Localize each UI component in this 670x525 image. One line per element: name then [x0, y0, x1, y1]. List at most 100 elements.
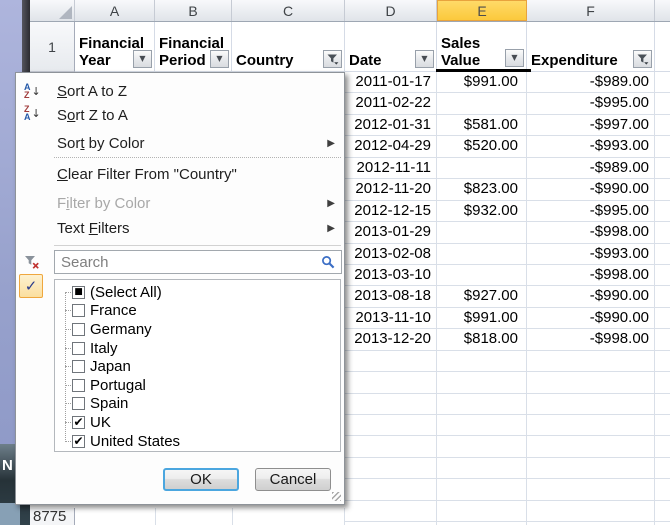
cell-sales[interactable]: $932.00 — [437, 201, 527, 221]
filter-dropdown-button-date[interactable]: ▼ — [415, 50, 434, 68]
column-header-f[interactable]: F — [527, 0, 655, 21]
cell-empty[interactable] — [345, 479, 437, 499]
cell-empty[interactable] — [437, 436, 527, 456]
list-item-portugal[interactable]: Portugal — [55, 376, 340, 395]
cell-expenditure[interactable]: -$998.00 — [527, 329, 655, 349]
cell-empty[interactable] — [655, 479, 670, 499]
list-item-japan[interactable]: Japan — [55, 357, 340, 376]
column-header-c[interactable]: C — [232, 0, 345, 21]
cell-expenditure[interactable]: -$990.00 — [527, 179, 655, 199]
header-cell-financial-period[interactable]: Financial Period ▼ — [155, 22, 232, 72]
cell-extra[interactable] — [655, 286, 670, 306]
cell-empty[interactable] — [527, 501, 655, 521]
header-cell-financial-year[interactable]: Financial Year ▼ — [75, 22, 155, 72]
cell-empty[interactable] — [655, 372, 670, 392]
cell-empty[interactable] — [527, 351, 655, 371]
header-cell-expenditure[interactable]: Expenditure — [527, 22, 655, 72]
cell-empty[interactable] — [437, 458, 527, 478]
filter-dropdown-button-expenditure-active[interactable] — [633, 50, 652, 68]
cell-expenditure[interactable]: -$990.00 — [527, 308, 655, 328]
checkbox-united-states[interactable]: ✔ — [72, 435, 85, 448]
cell-extra[interactable] — [655, 136, 670, 156]
filter-dropdown-button-sales[interactable]: ▼ — [505, 49, 524, 67]
cell-empty[interactable] — [655, 458, 670, 478]
cell-empty[interactable] — [527, 436, 655, 456]
cell-empty[interactable] — [437, 501, 527, 521]
cell-extra[interactable] — [655, 72, 670, 92]
checkbox-france[interactable] — [72, 304, 85, 317]
cell-empty[interactable] — [437, 479, 527, 499]
cell-date[interactable]: 2013-02-08 — [345, 244, 437, 264]
cell-empty[interactable] — [345, 372, 437, 392]
cell-empty[interactable] — [527, 415, 655, 435]
select-all-corner[interactable] — [30, 0, 75, 21]
cell-date[interactable]: 2013-11-10 — [345, 308, 437, 328]
cell-empty[interactable] — [437, 351, 527, 371]
cell-date[interactable]: 2013-01-29 — [345, 222, 437, 242]
list-item-select-all[interactable]: ■ (Select All) — [55, 283, 340, 302]
cell-sales[interactable] — [437, 244, 527, 264]
cell-empty[interactable] — [655, 436, 670, 456]
header-cell-g-partial[interactable] — [655, 22, 670, 72]
cell-date[interactable]: 2012-12-15 — [345, 201, 437, 221]
list-item-spain[interactable]: Spain — [55, 395, 340, 414]
cell-extra[interactable] — [655, 308, 670, 328]
cell-date[interactable]: 2013-08-18 — [345, 286, 437, 306]
column-header-e-selected[interactable]: E — [437, 0, 527, 21]
cell-extra[interactable] — [655, 329, 670, 349]
header-cell-country[interactable]: Country — [232, 22, 345, 72]
cell-expenditure[interactable]: -$993.00 — [527, 244, 655, 264]
cell-empty[interactable] — [345, 458, 437, 478]
cell-sales[interactable]: $823.00 — [437, 179, 527, 199]
ok-button[interactable]: OK — [163, 468, 239, 491]
cell-sales[interactable]: $818.00 — [437, 329, 527, 349]
header-cell-sales-value[interactable]: Sales Value ▼ — [437, 22, 527, 72]
cell-extra[interactable] — [655, 179, 670, 199]
cell-extra[interactable] — [655, 93, 670, 113]
checkbox-japan[interactable] — [72, 360, 85, 373]
cell-expenditure[interactable]: -$998.00 — [527, 265, 655, 285]
cell-extra[interactable] — [655, 201, 670, 221]
checkbox-select-all[interactable]: ■ — [72, 286, 85, 299]
checkbox-germany[interactable] — [72, 323, 85, 336]
cell-sales[interactable]: $927.00 — [437, 286, 527, 306]
checkbox-portugal[interactable] — [72, 379, 85, 392]
list-item-germany[interactable]: Germany — [55, 320, 340, 339]
cell-empty[interactable] — [655, 501, 670, 521]
resize-grip[interactable] — [332, 492, 341, 501]
cell-expenditure[interactable]: -$997.00 — [527, 115, 655, 135]
cell-empty[interactable] — [527, 394, 655, 414]
column-header-a[interactable]: A — [75, 0, 155, 21]
list-item-italy[interactable]: Italy — [55, 339, 340, 358]
cell-date[interactable]: 2012-01-31 — [345, 115, 437, 135]
cell-expenditure[interactable]: -$998.00 — [527, 222, 655, 242]
menu-item-sort-a-to-z[interactable]: A Z ↓ Sort A to Z — [17, 79, 343, 103]
row-header-8775[interactable]: 8775 — [30, 508, 75, 525]
cell-expenditure[interactable]: -$995.00 — [527, 201, 655, 221]
cell-empty[interactable] — [345, 501, 437, 521]
cell-extra[interactable] — [655, 244, 670, 264]
header-cell-date[interactable]: Date ▼ — [345, 22, 437, 72]
cell-empty[interactable] — [437, 415, 527, 435]
cell-sales[interactable] — [437, 265, 527, 285]
cell-sales[interactable]: $991.00 — [437, 308, 527, 328]
cell-empty[interactable] — [437, 394, 527, 414]
menu-item-text-filters[interactable]: Text Filters ▶ — [17, 216, 343, 240]
cell-expenditure[interactable]: -$990.00 — [527, 286, 655, 306]
cell-expenditure[interactable]: -$995.00 — [527, 93, 655, 113]
menu-item-clear-filter[interactable]: Clear Filter From "Country" — [17, 161, 343, 187]
cancel-button[interactable]: Cancel — [255, 468, 331, 491]
cell-date[interactable]: 2012-11-11 — [345, 158, 437, 178]
cell-expenditure[interactable]: -$989.00 — [527, 72, 655, 92]
checkbox-spain[interactable] — [72, 397, 85, 410]
menu-item-sort-z-to-a[interactable]: Z A ↓ Sort Z to A — [17, 103, 343, 127]
cell-empty[interactable] — [527, 372, 655, 392]
cell-sales[interactable]: $991.00 — [437, 72, 527, 92]
search-input[interactable] — [55, 251, 325, 273]
cell-sales[interactable] — [437, 93, 527, 113]
cell-expenditure[interactable]: -$989.00 — [527, 158, 655, 178]
cell-date[interactable]: 2011-01-17 — [345, 72, 437, 92]
list-item-france[interactable]: France — [55, 302, 340, 321]
column-header-b[interactable]: B — [155, 0, 232, 21]
list-item-united-states[interactable]: ✔ United States — [55, 432, 340, 451]
